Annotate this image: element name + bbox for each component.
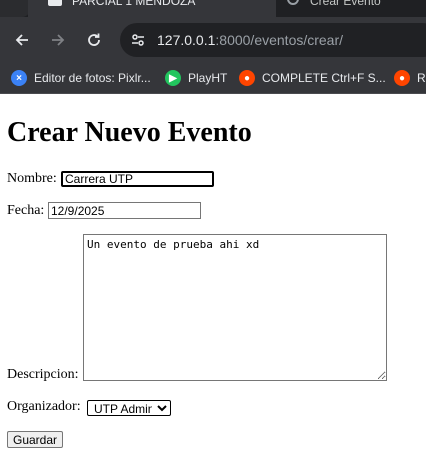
reddit-icon: ● <box>239 70 255 86</box>
nombre-label: Nombre: <box>7 171 57 186</box>
bookmark-label: COMPLETE Ctrl+F S... <box>262 71 386 85</box>
tab-title-active[interactable]: PARCIAL 1 MENDOZA <box>72 0 195 8</box>
tab-favicon-icon <box>48 0 62 6</box>
bookmarks-bar: × Editor de fotos: Pixlr... ▶ PlayHT ● C… <box>0 63 426 94</box>
reload-icon <box>88 33 100 46</box>
site-info-button[interactable] <box>126 28 150 52</box>
bookmark-r[interactable]: ● R <box>394 68 426 88</box>
organizador-select[interactable]: UTP Admin <box>87 400 171 416</box>
back-arrow-icon <box>15 34 28 46</box>
tab-strip: PARCIAL 1 MENDOZA Crear Evento <box>0 0 426 17</box>
page-content: Crear Nuevo Evento Nombre: Fecha: Descri… <box>0 94 426 469</box>
guardar-button[interactable]: Guardar <box>7 431 63 448</box>
nombre-input[interactable] <box>61 171 214 187</box>
address-bar[interactable]: 127.0.0.1:8000/eventos/crear/ <box>120 23 426 57</box>
bookmark-label: PlayHT <box>188 71 228 85</box>
reload-button[interactable] <box>83 29 105 51</box>
url-path: :8000/eventos/crear/ <box>215 32 344 48</box>
bookmark-complete[interactable]: ● COMPLETE Ctrl+F S... <box>239 68 386 88</box>
organizador-label: Organizador: <box>7 399 81 414</box>
tab-title-inactive[interactable]: Crear Evento <box>310 0 381 8</box>
forward-button[interactable] <box>47 29 69 51</box>
url-text[interactable]: 127.0.0.1:8000/eventos/crear/ <box>157 32 343 48</box>
back-button[interactable] <box>11 29 33 51</box>
playht-icon: ▶ <box>165 70 181 86</box>
bookmark-playht[interactable]: ▶ PlayHT <box>165 68 227 88</box>
bookmark-label: R <box>417 71 426 85</box>
browser-toolbar: 127.0.0.1:8000/eventos/crear/ <box>0 17 426 63</box>
tune-icon <box>132 34 144 46</box>
bookmark-label: Editor de fotos: Pixlr... <box>34 71 151 85</box>
fecha-label: Fecha: <box>7 203 45 218</box>
reddit-icon: ● <box>394 70 410 86</box>
descripcion-textarea[interactable]: Un evento de prueba ahi xd <box>83 234 387 381</box>
page-title: Crear Nuevo Evento <box>7 117 252 148</box>
url-host: 127.0.0.1 <box>157 32 216 48</box>
forward-arrow-icon <box>52 34 65 46</box>
bookmark-pixlr[interactable]: × Editor de fotos: Pixlr... <box>11 68 151 88</box>
fecha-input[interactable] <box>48 202 201 219</box>
globe-icon <box>287 0 299 5</box>
descripcion-label: Descripcion: <box>7 367 79 382</box>
tab-strip-overflow[interactable] <box>0 0 30 17</box>
pixlr-icon: × <box>11 70 27 86</box>
